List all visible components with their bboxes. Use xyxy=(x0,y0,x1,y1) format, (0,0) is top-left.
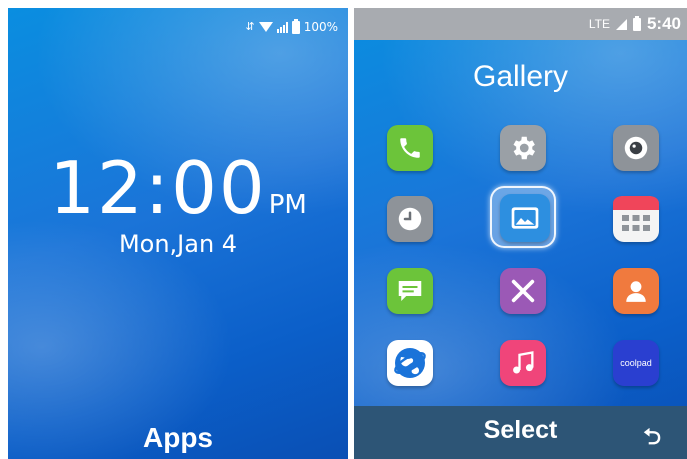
select-softkey[interactable]: Select xyxy=(354,416,687,445)
apps-softkey[interactable]: Apps xyxy=(8,422,348,454)
network-type: LTE xyxy=(588,17,610,31)
contacts-app[interactable] xyxy=(613,268,659,314)
globe-icon xyxy=(394,348,426,378)
browser-app[interactable] xyxy=(387,340,433,386)
clock-app[interactable] xyxy=(387,196,433,242)
battery-icon xyxy=(632,15,641,31)
lock-screen: ⇵ 100% 12:00PM Mon,Jan 4 Apps xyxy=(8,8,348,459)
app-menu-screen: LTE 5:40 Gallery coolpad Select ⮌ xyxy=(354,8,687,459)
status-time: 5:40 xyxy=(646,14,681,33)
settings-app[interactable] xyxy=(500,125,546,171)
page-title: Gallery xyxy=(472,60,569,93)
clock-time: 12:00 xyxy=(49,146,267,230)
music-app[interactable] xyxy=(500,340,546,386)
messages-app[interactable] xyxy=(387,268,433,314)
message-icon xyxy=(398,281,422,301)
coolpad-app[interactable]: coolpad xyxy=(613,340,659,386)
tools-app[interactable] xyxy=(500,268,546,314)
wifi-icon xyxy=(258,22,273,32)
back-icon[interactable]: ⮌ xyxy=(643,420,661,458)
camera-icon xyxy=(624,136,648,160)
clock-icon xyxy=(398,207,422,231)
status-bar: ⇵ 100% xyxy=(245,18,338,34)
clock-ampm: PM xyxy=(268,190,307,220)
battery-percent: 100% xyxy=(303,20,338,34)
gallery-app[interactable] xyxy=(500,194,550,242)
clock: 12:00PM xyxy=(8,146,348,230)
camera-app[interactable] xyxy=(613,125,659,171)
coolpad-logo-text: coolpad xyxy=(620,358,652,368)
status-bar: LTE 5:40 xyxy=(354,8,687,40)
date: Mon,Jan 4 xyxy=(118,230,238,258)
contact-icon xyxy=(626,281,646,302)
softkey-bar: Select ⮌ xyxy=(354,406,687,459)
tools-icon xyxy=(511,279,535,303)
music-icon xyxy=(513,351,534,374)
signal-icon xyxy=(276,21,288,33)
data-arrows-icon: ⇵ xyxy=(245,20,255,33)
signal-icon xyxy=(615,18,627,30)
calendar-icon xyxy=(613,196,659,231)
phone-app[interactable] xyxy=(387,125,433,171)
calendar-app[interactable] xyxy=(613,196,659,242)
battery-icon xyxy=(291,18,300,34)
image-icon xyxy=(511,207,539,229)
phone-icon xyxy=(400,138,420,158)
gear-icon xyxy=(513,136,535,160)
